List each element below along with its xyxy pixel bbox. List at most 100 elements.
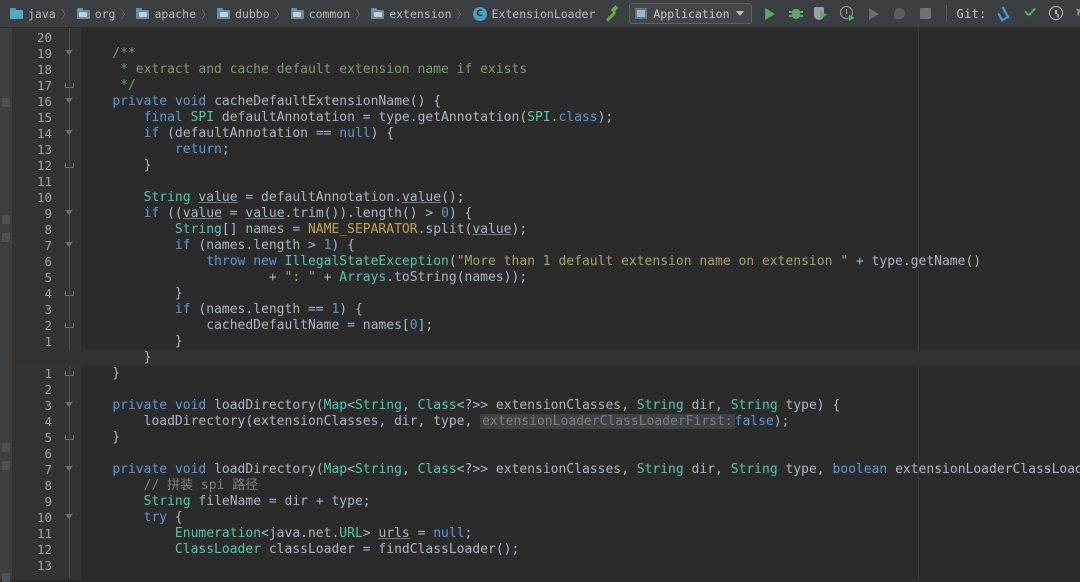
- breadcrumb-item-extensionloader[interactable]: C ExtensionLoader: [469, 0, 600, 28]
- run-secondary-button: [862, 3, 886, 25]
- tool-window-marker[interactable]: [2, 233, 10, 242]
- tool-window-marker[interactable]: [2, 573, 10, 582]
- code-line[interactable]: // 拼装 spi 路径: [81, 478, 259, 494]
- breadcrumb-label: java: [28, 6, 56, 21]
- tool-window-marker[interactable]: [2, 461, 10, 470]
- line-number: 6: [44, 446, 52, 461]
- breadcrumb-item-dubbo[interactable]: dubbo: [213, 0, 274, 28]
- run-configuration-selector[interactable]: Application: [629, 3, 752, 24]
- clock-icon: [1049, 6, 1064, 21]
- breadcrumb-item-org[interactable]: org: [73, 0, 120, 28]
- code-line[interactable]: + ": " + Arrays.toString(names));: [81, 270, 527, 286]
- code-editor[interactable]: 20 19 18 17 16 15 14 13 12 11 10 9 8 7 6 5 4 3 2 1 1 2 3 4 5 6 7 8 9…: [13, 28, 1080, 579]
- main-toolbar: java 〉 org 〉 apache 〉 dubbo 〉 common 〉 e…: [0, 0, 1080, 28]
- breadcrumb-separator-icon: 〉: [201, 7, 213, 21]
- breadcrumb-item-apache[interactable]: apache: [132, 0, 200, 28]
- line-number: 7: [44, 462, 52, 477]
- tool-window-marker[interactable]: [2, 98, 10, 107]
- code-line[interactable]: private void cacheDefaultExtensionName()…: [81, 94, 441, 110]
- fold-marker-end[interactable]: [64, 320, 75, 331]
- debug-button[interactable]: [784, 3, 808, 25]
- coverage-shield-icon: [814, 6, 829, 21]
- breadcrumb-item-common[interactable]: common: [287, 0, 355, 28]
- code-line[interactable]: throw new IllegalStateException("More th…: [81, 254, 981, 270]
- run-with-coverage-button[interactable]: [810, 3, 834, 25]
- fold-marker-down[interactable]: [64, 96, 75, 107]
- line-number-gutter[interactable]: 20 19 18 17 16 15 14 13 12 11 10 9 8 7 6 5 4 3 2 1 1 2 3 4 5 6 7 8 9…: [13, 28, 59, 579]
- line-number: 16: [36, 94, 52, 109]
- code-line[interactable]: if (names.length > 1) {: [81, 238, 355, 254]
- run-button[interactable]: [758, 3, 782, 25]
- code-line[interactable]: if ((value = value.trim()).length() > 0)…: [81, 206, 473, 222]
- code-line[interactable]: return;: [81, 142, 230, 158]
- revert-arrow-icon: [1075, 7, 1080, 21]
- code-line[interactable]: }: [81, 158, 152, 174]
- breadcrumb-item-java[interactable]: java: [6, 0, 60, 28]
- current-line-highlight: [13, 350, 1080, 366]
- line-number: 9: [44, 494, 52, 509]
- code-line[interactable]: */: [81, 78, 136, 94]
- code-line[interactable]: loadDirectory(extensionClasses, dir, typ…: [81, 414, 789, 430]
- breadcrumb-separator-icon: 〉: [60, 7, 72, 21]
- line-number: 15: [36, 110, 52, 125]
- breadcrumb-item-extension[interactable]: extension: [367, 0, 455, 28]
- fold-marker-down[interactable]: [64, 48, 75, 59]
- code-line[interactable]: String[] names = NAME_SEPARATOR.split(va…: [81, 222, 527, 238]
- code-line[interactable]: try {: [81, 510, 183, 526]
- code-line[interactable]: }: [81, 334, 183, 350]
- line-number: 6: [44, 254, 52, 269]
- folder-package-icon: [290, 8, 304, 19]
- code-line[interactable]: Enumeration<java.net.URL> urls = null;: [81, 526, 472, 542]
- left-tool-strip[interactable]: [0, 28, 13, 582]
- fold-marker-down[interactable]: [64, 400, 75, 411]
- code-line[interactable]: String fileName = dir + type;: [81, 494, 371, 510]
- folder-package-icon: [136, 8, 150, 19]
- code-line[interactable]: * extract and cache default extension na…: [81, 62, 527, 78]
- fold-marker-down[interactable]: [64, 128, 75, 139]
- code-line[interactable]: }: [81, 286, 183, 302]
- fold-marker-down[interactable]: [64, 512, 75, 523]
- commit-button[interactable]: [1019, 3, 1043, 25]
- line-number: 18: [36, 62, 52, 77]
- line-number: 2: [44, 382, 52, 397]
- fold-marker-down[interactable]: [64, 240, 75, 251]
- line-number: 11: [36, 174, 52, 189]
- tool-window-marker[interactable]: [2, 215, 10, 224]
- line-number: 19: [36, 46, 52, 61]
- fold-marker-end[interactable]: [64, 288, 75, 299]
- fold-marker-end[interactable]: [64, 160, 75, 171]
- line-number: 14: [36, 126, 52, 141]
- fold-marker-down[interactable]: [64, 464, 75, 475]
- right-margin-guide: [918, 28, 919, 579]
- code-line[interactable]: /**: [81, 46, 136, 62]
- line-number: 20: [36, 30, 52, 45]
- line-number: 8: [44, 478, 52, 493]
- code-text-area[interactable]: /** * extract and cache default extensio…: [13, 28, 1080, 579]
- show-history-button[interactable]: [1045, 3, 1069, 25]
- tool-window-marker[interactable]: [2, 443, 10, 452]
- line-number: 13: [36, 558, 52, 573]
- code-line[interactable]: ClassLoader classLoader = findClassLoade…: [81, 542, 519, 558]
- code-line[interactable]: String value = defaultAnnotation.value()…: [81, 190, 465, 206]
- code-line[interactable]: final SPI defaultAnnotation = type.getAn…: [81, 110, 614, 126]
- line-number: 1: [44, 334, 52, 349]
- fold-marker-end[interactable]: [64, 368, 75, 379]
- line-number: 5: [44, 270, 52, 285]
- code-folding-gutter[interactable]: [59, 28, 81, 579]
- code-line[interactable]: }: [81, 430, 120, 446]
- build-project-button[interactable]: [599, 3, 623, 25]
- code-line[interactable]: private void loadDirectory(Map<String, C…: [81, 398, 840, 414]
- fold-marker-down[interactable]: [64, 208, 75, 219]
- code-line[interactable]: if (defaultAnnotation == null) {: [81, 126, 394, 142]
- rollback-button[interactable]: [1071, 3, 1080, 25]
- code-line[interactable]: private void loadDirectory(Map<String, C…: [81, 462, 1080, 478]
- fold-marker-end[interactable]: [64, 80, 75, 91]
- code-line[interactable]: }: [81, 366, 120, 382]
- code-line[interactable]: }: [81, 350, 152, 366]
- line-number: 9: [44, 206, 52, 221]
- profile-button[interactable]: [836, 3, 860, 25]
- code-line[interactable]: cachedDefaultName = names[0];: [81, 318, 433, 334]
- update-project-button[interactable]: [993, 3, 1017, 25]
- fold-marker-end[interactable]: [64, 432, 75, 443]
- code-line[interactable]: if (names.length == 1) {: [81, 302, 363, 318]
